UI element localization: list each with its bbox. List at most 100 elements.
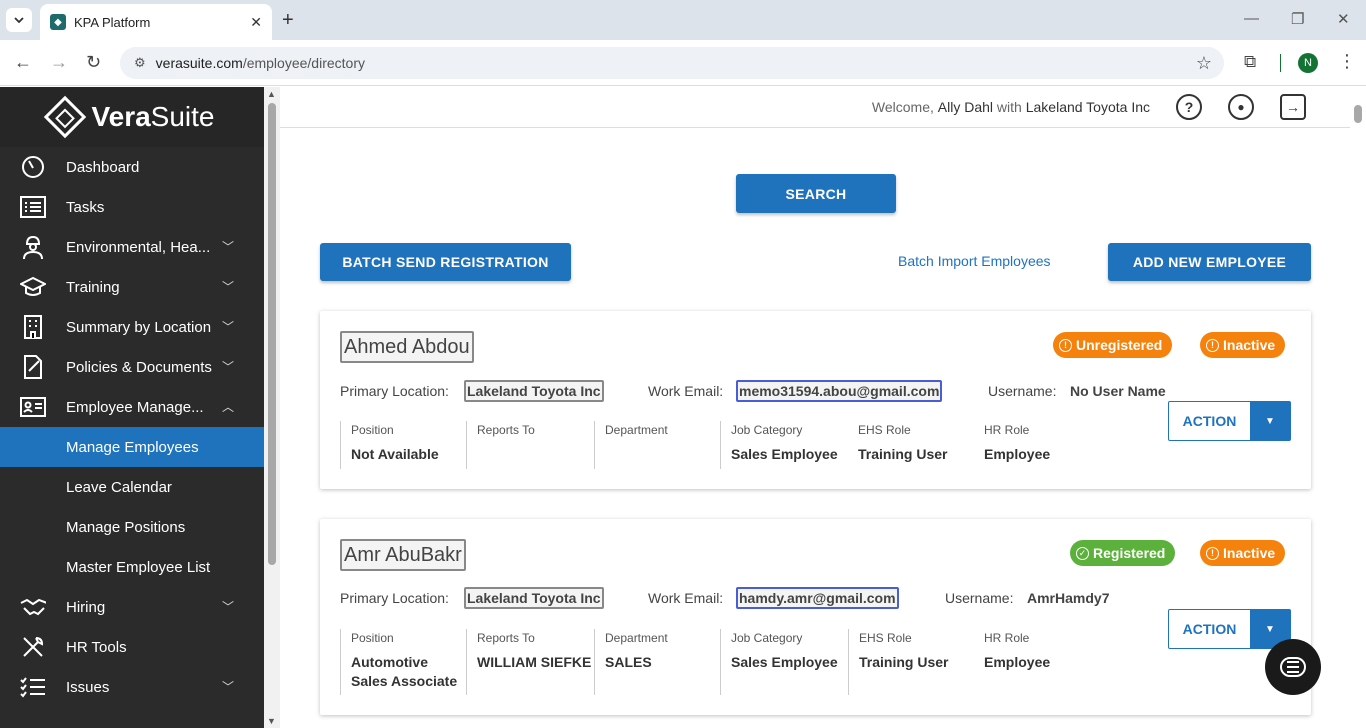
action-dropdown[interactable]: ACTION ▼	[1168, 401, 1291, 441]
action-dropdown[interactable]: ACTION ▼	[1168, 609, 1291, 649]
work-email-value[interactable]: hamdy.amr@gmail.com	[736, 587, 899, 609]
sidebar-item-label: Environmental, Hea...	[66, 238, 211, 256]
sidebar-item-issues[interactable]: Issues ﹀	[0, 667, 264, 707]
graduation-cap-icon	[20, 275, 46, 299]
new-tab-button[interactable]: +	[282, 10, 294, 30]
tasks-icon	[20, 195, 46, 219]
address-bar: ← → ↻ ⚙ verasuite.com/employee/directory…	[0, 40, 1366, 86]
sidebar-item-training[interactable]: Training ﹀	[0, 267, 264, 307]
employee-details: Position Automotive Sales Associate Report…	[340, 629, 1094, 695]
employee-name[interactable]: Amr AbuBakr	[340, 539, 466, 571]
scroll-up-arrow-icon[interactable]: ▲	[267, 89, 276, 99]
main-scrollbar[interactable]	[1350, 87, 1366, 728]
verasuite-logo[interactable]: VeraSuite	[0, 87, 264, 147]
browser-tab[interactable]: ◆ KPA Platform ✕	[40, 4, 272, 40]
primary-location-label: Primary Location:	[340, 383, 449, 399]
scroll-down-arrow-icon[interactable]: ▼	[267, 716, 276, 726]
work-email-value[interactable]: memo31594.abou@gmail.com	[736, 380, 943, 402]
unregistered-badge: ! Unregistered	[1053, 332, 1173, 358]
sidebar-item-master-employee-list[interactable]: Master Employee List	[0, 547, 264, 587]
job-category-column: Job Category Sales Employee	[720, 421, 848, 469]
search-button[interactable]: SEARCH	[736, 174, 896, 213]
tab-title: KPA Platform	[74, 14, 151, 30]
hr-role-value: Employee	[984, 446, 1051, 462]
sidebar-item-label: Leave Calendar	[66, 478, 172, 496]
position-value: Automotive	[351, 654, 428, 670]
sidebar-item-manage-positions[interactable]: Manage Positions	[0, 507, 264, 547]
main-scrollbar-thumb[interactable]	[1354, 105, 1362, 123]
action-button[interactable]: ACTION	[1169, 402, 1250, 440]
sidebar-item-label: Manage Employees	[66, 438, 199, 456]
action-button[interactable]: ACTION	[1169, 610, 1250, 648]
logout-icon[interactable]: →	[1280, 94, 1306, 120]
sidebar-item-hiring[interactable]: Hiring ﹀	[0, 587, 264, 627]
warning-icon: !	[1059, 338, 1072, 352]
browser-menu-icon[interactable]: ⋮	[1338, 51, 1356, 72]
url-host: verasuite.com	[155, 55, 243, 71]
sidebar-item-label: HR Tools	[66, 638, 127, 656]
reports-to-label: Reports To	[477, 631, 535, 645]
chat-launcher-button[interactable]	[1265, 639, 1321, 695]
department-label: Department	[605, 423, 668, 437]
sidebar-item-manage-employees[interactable]: Manage Employees	[0, 427, 264, 467]
sidebar: VeraSuite Dashboard Tasks Environmental,…	[0, 87, 264, 728]
extensions-icon[interactable]: ⧉	[1244, 52, 1256, 72]
ehs-role-value: Training User	[858, 446, 948, 462]
reports-to-column: Reports To WILLIAM SIEFKE	[466, 629, 594, 695]
username-value: No User Name	[1070, 383, 1166, 399]
tab-search-button[interactable]	[6, 8, 32, 32]
employee-name[interactable]: Ahmed Abdou	[340, 331, 474, 363]
back-icon[interactable]: ←	[14, 52, 32, 73]
site-info-icon[interactable]: ⚙	[134, 55, 146, 71]
document-icon	[20, 355, 46, 379]
sidebar-item-hr-tools[interactable]: HR Tools	[0, 627, 264, 667]
batch-send-registration-button[interactable]: BATCH SEND REGISTRATION	[320, 243, 571, 281]
chevron-down-icon: ﹀	[221, 320, 234, 334]
sidebar-item-policies[interactable]: Policies & Documents ﹀	[0, 347, 264, 387]
bookmark-star-icon[interactable]: ☆	[1196, 53, 1212, 74]
ehs-role-value: Training User	[859, 654, 949, 670]
close-window-icon[interactable]: ✕	[1337, 10, 1350, 28]
sidebar-scrollbar[interactable]: ▲ ▼	[264, 87, 280, 728]
badge-label: Registered	[1093, 545, 1166, 561]
minimize-icon[interactable]: —	[1244, 10, 1259, 27]
hr-role-label: HR Role	[984, 423, 1030, 437]
caret-down-icon[interactable]: ▼	[1250, 402, 1290, 440]
employee-card: Amr AbuBakr ✓ Registered ! Inactive Primar…	[320, 519, 1311, 715]
profile-avatar[interactable]: N	[1298, 53, 1318, 73]
department-label: Department	[605, 631, 668, 645]
sidebar-item-summary-by-location[interactable]: Summary by Location ﹀	[0, 307, 264, 347]
username-value: AmrHamdy7	[1027, 590, 1110, 606]
add-new-employee-button[interactable]: ADD NEW EMPLOYEE	[1108, 243, 1311, 281]
sidebar-item-label: Summary by Location	[66, 318, 212, 336]
toolbar-divider	[1280, 54, 1281, 72]
sidebar-item-leave-calendar[interactable]: Leave Calendar	[0, 467, 264, 507]
sidebar-item-environmental[interactable]: Environmental, Hea... ﹀	[0, 227, 264, 267]
sidebar-item-employee-management[interactable]: Employee Manage... ︿	[0, 387, 264, 427]
batch-import-employees-link[interactable]: Batch Import Employees	[898, 253, 1051, 269]
chevron-up-icon: ︿	[221, 400, 234, 414]
url-field[interactable]: ⚙ verasuite.com/employee/directory ☆	[120, 47, 1224, 79]
chevron-down-icon: ﹀	[221, 240, 234, 254]
department-column: Department SALES	[594, 629, 720, 695]
primary-location-value[interactable]: Lakeland Toyota Inc	[464, 587, 604, 609]
list-check-icon	[20, 675, 46, 699]
position-value: Sales Associate	[351, 673, 458, 689]
tools-icon	[20, 635, 46, 659]
reload-icon[interactable]: ↻	[86, 52, 101, 73]
department-column: Department	[594, 421, 720, 469]
forward-icon[interactable]: →	[50, 52, 68, 73]
close-tab-icon[interactable]: ✕	[250, 14, 262, 31]
restore-icon[interactable]: ❐	[1291, 10, 1304, 28]
username-label: Username:	[945, 590, 1014, 606]
sidebar-scrollbar-thumb[interactable]	[268, 103, 276, 565]
sidebar-item-label: Issues	[66, 678, 110, 696]
user-profile-icon[interactable]: ●	[1228, 94, 1254, 120]
check-circle-icon: ✓	[1076, 546, 1089, 560]
primary-location-value[interactable]: Lakeland Toyota Inc	[464, 380, 604, 402]
chevron-down-icon: ﹀	[221, 360, 234, 374]
help-icon[interactable]: ?	[1176, 94, 1202, 120]
sidebar-item-dashboard[interactable]: Dashboard	[0, 147, 264, 187]
sidebar-item-tasks[interactable]: Tasks	[0, 187, 264, 227]
sidebar-item-label: Master Employee List	[66, 558, 211, 576]
